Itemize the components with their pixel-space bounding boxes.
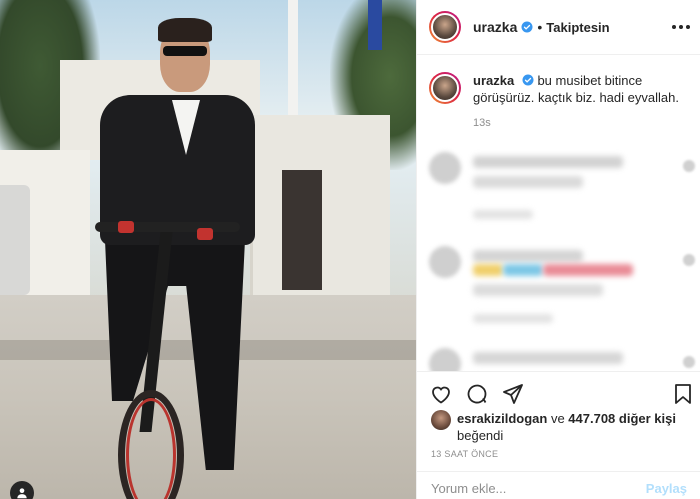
likes-summary: esrakizildogan ve 447.708 diğer kişi beğ… xyxy=(431,410,691,444)
blurred-text xyxy=(543,264,633,276)
action-bar xyxy=(417,371,700,411)
blurred-text xyxy=(473,352,623,364)
blurred-meta xyxy=(473,210,533,219)
caption-body: urazka bu musibet bitince görüşürüz. kaç… xyxy=(473,72,689,132)
flag xyxy=(368,0,382,50)
heart-icon xyxy=(683,160,695,172)
blurred-avatar xyxy=(429,152,461,184)
username-link[interactable]: urazka xyxy=(473,19,517,35)
blurred-text xyxy=(473,264,503,276)
post-time[interactable]: 13 SAAT ÖNCE xyxy=(431,449,498,459)
caption-username[interactable]: urazka xyxy=(473,73,514,88)
sunglasses xyxy=(163,46,207,56)
comment-icon[interactable] xyxy=(465,382,489,406)
bike-grip-right xyxy=(197,228,213,240)
blurred-text xyxy=(473,176,583,188)
post-header: urazka • Takiptesin xyxy=(417,0,700,55)
person-hair xyxy=(158,18,212,42)
likes-count[interactable]: 447.708 diğer kişi xyxy=(568,411,676,426)
blurred-text xyxy=(503,264,543,276)
separator-dot: • xyxy=(537,19,543,35)
caption-time[interactable]: 13s xyxy=(473,115,689,132)
blurred-text xyxy=(473,284,603,296)
post-photo[interactable] xyxy=(0,0,416,499)
heart-icon xyxy=(683,254,695,266)
add-comment-bar: Paylaş xyxy=(417,471,700,499)
more-icon[interactable] xyxy=(671,17,691,37)
verified-badge-icon xyxy=(521,21,533,33)
caption-avatar[interactable] xyxy=(429,72,461,104)
mast xyxy=(288,0,298,120)
verified-badge-icon xyxy=(522,74,534,86)
caption: urazka bu musibet bitince görüşürüz. kaç… xyxy=(429,72,689,132)
bike-handlebar xyxy=(95,222,240,232)
liker-username[interactable]: esrakizildogan xyxy=(457,411,547,426)
blurred-meta xyxy=(473,314,553,323)
heart-icon xyxy=(683,356,695,368)
parked-car xyxy=(0,185,30,295)
avatar[interactable] xyxy=(429,11,461,43)
comment-input[interactable] xyxy=(431,481,646,496)
blurred-text xyxy=(473,156,623,168)
comments-list[interactable]: urazka bu musibet bitince görüşürüz. kaç… xyxy=(417,56,700,371)
liker-avatar[interactable] xyxy=(431,410,451,430)
follow-status-button[interactable]: Takiptesin xyxy=(546,20,609,35)
post-side-panel: urazka • Takiptesin urazka bu musibet bi… xyxy=(416,0,700,499)
share-icon[interactable] xyxy=(501,382,525,406)
blurred-text xyxy=(473,250,583,262)
avatar-image xyxy=(431,74,459,102)
likes-joiner: ve xyxy=(550,411,565,426)
heart-icon[interactable] xyxy=(429,382,453,406)
bike-grip-left xyxy=(118,221,134,233)
avatar-image xyxy=(431,13,459,41)
blurred-avatar xyxy=(429,348,461,371)
likes-suffix: beğendi xyxy=(457,428,504,443)
likes-text: esrakizildogan ve 447.708 diğer kişi beğ… xyxy=(457,410,676,444)
post-comment-button[interactable]: Paylaş xyxy=(646,481,687,496)
bookmark-icon[interactable] xyxy=(671,382,695,406)
user-tag-icon[interactable] xyxy=(10,481,34,499)
doorway xyxy=(282,170,322,290)
blurred-avatar xyxy=(429,246,461,278)
